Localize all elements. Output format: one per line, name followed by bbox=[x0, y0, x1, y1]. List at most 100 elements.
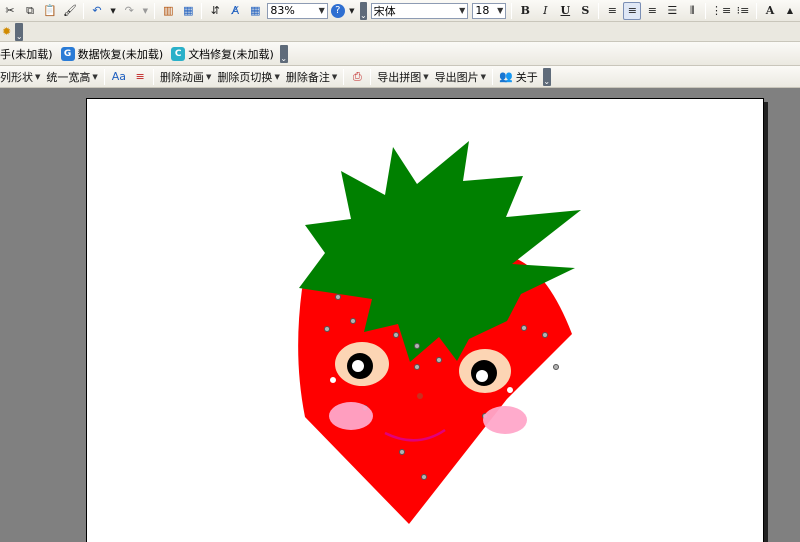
menu-delete-notes[interactable]: 删除备注 ▼ bbox=[283, 68, 340, 86]
undo-dropdown-icon[interactable]: ▼ bbox=[108, 2, 118, 20]
slide-canvas[interactable] bbox=[86, 98, 764, 542]
menu-delete-animation[interactable]: 删除动画 ▼ bbox=[157, 68, 214, 86]
shadow-button[interactable]: S bbox=[576, 2, 594, 20]
shrink-font-icon[interactable]: ▲ bbox=[781, 2, 799, 20]
format-painter-icon[interactable]: 🖌 bbox=[61, 2, 79, 20]
chevron-down-icon: ▼ bbox=[331, 72, 338, 81]
right-eye-highlight-small bbox=[507, 387, 513, 393]
separator bbox=[83, 2, 84, 19]
copy-icon[interactable]: ⧉ bbox=[21, 2, 39, 20]
menu-label: 列形状 bbox=[0, 70, 33, 84]
menu-shape-list[interactable]: 列形状 ▼ bbox=[0, 68, 43, 86]
font-size-value: 18 bbox=[475, 4, 490, 17]
plugin-label: 文档修复(未加载) bbox=[188, 47, 274, 61]
toolbar-handle[interactable]: ⌄ bbox=[15, 22, 24, 41]
menu-export-collage[interactable]: 导出拼图 ▼ bbox=[374, 68, 431, 86]
chevron-down-icon: ▼ bbox=[497, 6, 504, 15]
align-left-icon[interactable]: ≡ bbox=[603, 2, 621, 20]
grid-icon[interactable]: ▦ bbox=[246, 2, 264, 20]
text-case-icon[interactable]: Aa bbox=[109, 68, 129, 86]
insert-chart-icon[interactable]: ▥ bbox=[159, 2, 177, 20]
zoom-value: 83% bbox=[270, 4, 295, 17]
recovery-icon: G bbox=[60, 46, 75, 61]
menu-about[interactable]: 👥 关于 bbox=[496, 68, 541, 86]
chevron-down-icon: ▼ bbox=[92, 72, 98, 81]
numbered-list-icon[interactable]: ⋮≡ bbox=[710, 2, 732, 20]
mini-toolbar: ✹ ⌄ bbox=[0, 22, 800, 42]
vertical-text-icon[interactable]: ⫴ bbox=[683, 2, 701, 20]
strawberry-illustration[interactable] bbox=[87, 99, 765, 542]
undo-icon[interactable]: ↶ bbox=[88, 2, 106, 20]
align-center-icon[interactable]: ≡ bbox=[623, 1, 642, 20]
plugin-label: 数据恢复(未加载) bbox=[77, 47, 164, 61]
menu-label: 删除页切换 bbox=[217, 70, 273, 84]
show-formatting-icon[interactable]: A̸ bbox=[226, 2, 244, 20]
chevron-down-icon: ▼ bbox=[459, 6, 466, 15]
align-right-icon[interactable]: ≡ bbox=[643, 2, 661, 20]
formatting-toolbar: ✂ ⧉ 📋 🖌 ↶ ▼ ↷ ▼ ▥ ▦ ⇵ A̸ ▦ 83% ▼ ? ▼ ⌄ 宋… bbox=[0, 0, 800, 22]
menu-label: 导出拼图 bbox=[377, 70, 422, 84]
font-name-select[interactable]: 宋体 ▼ bbox=[370, 2, 469, 19]
separator bbox=[103, 68, 105, 85]
plugin-data-recovery[interactable]: G 数据恢复(未加载) bbox=[57, 45, 168, 63]
menu-delete-transition[interactable]: 删除页切换 ▼ bbox=[214, 68, 282, 86]
plugin-gear-icon[interactable]: ✹ bbox=[1, 23, 12, 41]
separator bbox=[154, 2, 156, 19]
plugin-item[interactable]: 手(未加载) bbox=[0, 45, 57, 63]
zoom-select[interactable]: 83% ▼ bbox=[267, 2, 328, 19]
menu-label: 导出图片 bbox=[434, 70, 479, 84]
cut-icon[interactable]: ✂ bbox=[1, 2, 19, 20]
users-icon: 👥 bbox=[499, 70, 513, 83]
separator bbox=[756, 2, 757, 19]
chevron-down-icon: ▼ bbox=[480, 72, 486, 81]
redo-icon[interactable]: ↷ bbox=[120, 2, 138, 20]
menu-label: 关于 bbox=[515, 70, 538, 84]
separator bbox=[705, 2, 707, 19]
redo-dropdown-icon[interactable]: ▼ bbox=[140, 2, 150, 20]
plugin-doc-repair[interactable]: C 文档修复(未加载) bbox=[167, 45, 278, 63]
chevron-down-icon: ▼ bbox=[206, 72, 212, 81]
font-name-value: 宋体 bbox=[373, 4, 396, 18]
text-align-icon[interactable]: ≡ bbox=[131, 68, 149, 86]
separator bbox=[370, 68, 372, 85]
right-blush bbox=[483, 406, 527, 434]
menu-export-image[interactable]: 导出图片 ▼ bbox=[432, 68, 489, 86]
nose bbox=[417, 393, 423, 399]
expand-icon[interactable]: ⇵ bbox=[206, 2, 224, 20]
underline-button[interactable]: U bbox=[556, 2, 574, 20]
toolbar-handle[interactable]: ⌄ bbox=[359, 1, 367, 20]
grow-font-button[interactable]: A bbox=[761, 2, 779, 20]
plugin-label: 手(未加载) bbox=[0, 47, 53, 61]
toolbar-handle[interactable]: ⌄ bbox=[542, 67, 551, 86]
separator bbox=[153, 68, 155, 85]
menu-label: 删除动画 bbox=[160, 70, 205, 84]
menu-label: 统一宽高 bbox=[46, 70, 91, 84]
menu-unify-size[interactable]: 统一宽高 ▼ bbox=[43, 68, 100, 86]
left-eye-highlight-small bbox=[330, 377, 336, 383]
chevron-down-icon: ▼ bbox=[423, 72, 429, 81]
left-blush bbox=[329, 402, 373, 430]
separator bbox=[343, 68, 345, 85]
menu-label: 删除备注 bbox=[285, 70, 330, 84]
distribute-icon[interactable]: ☰ bbox=[663, 2, 681, 20]
paste-icon[interactable]: 📋 bbox=[41, 2, 59, 20]
separator bbox=[492, 68, 493, 85]
slide-tools-toolbar: 列形状 ▼ 统一宽高 ▼ Aa ≡ 删除动画 ▼ 删除页切换 ▼ 删除备注 ▼ ⎙ 导出拼… bbox=[0, 66, 800, 88]
separator bbox=[598, 2, 600, 19]
help-icon[interactable]: ? bbox=[330, 3, 345, 18]
repair-icon: C bbox=[171, 46, 186, 61]
right-eye-highlight bbox=[476, 370, 488, 382]
chevron-down-icon: ▼ bbox=[318, 6, 325, 15]
font-size-select[interactable]: 18 ▼ bbox=[472, 2, 507, 19]
chevron-down-icon: ▼ bbox=[274, 72, 280, 81]
separator bbox=[201, 2, 203, 19]
bold-button[interactable]: B bbox=[516, 2, 534, 20]
export-icon[interactable]: ⎙ bbox=[348, 68, 366, 86]
toolbar-handle[interactable]: ⌄ bbox=[279, 44, 288, 63]
help-dropdown-icon[interactable]: ▼ bbox=[347, 2, 357, 20]
plugin-toolbar: 手(未加载) G 数据恢复(未加载) C 文档修复(未加载) ⌄ bbox=[0, 42, 800, 66]
slide-workspace[interactable] bbox=[0, 88, 800, 542]
italic-button[interactable]: I bbox=[536, 2, 554, 20]
insert-table-icon[interactable]: ▦ bbox=[179, 2, 197, 20]
bullet-list-icon[interactable]: ⁝≡ bbox=[734, 2, 752, 20]
